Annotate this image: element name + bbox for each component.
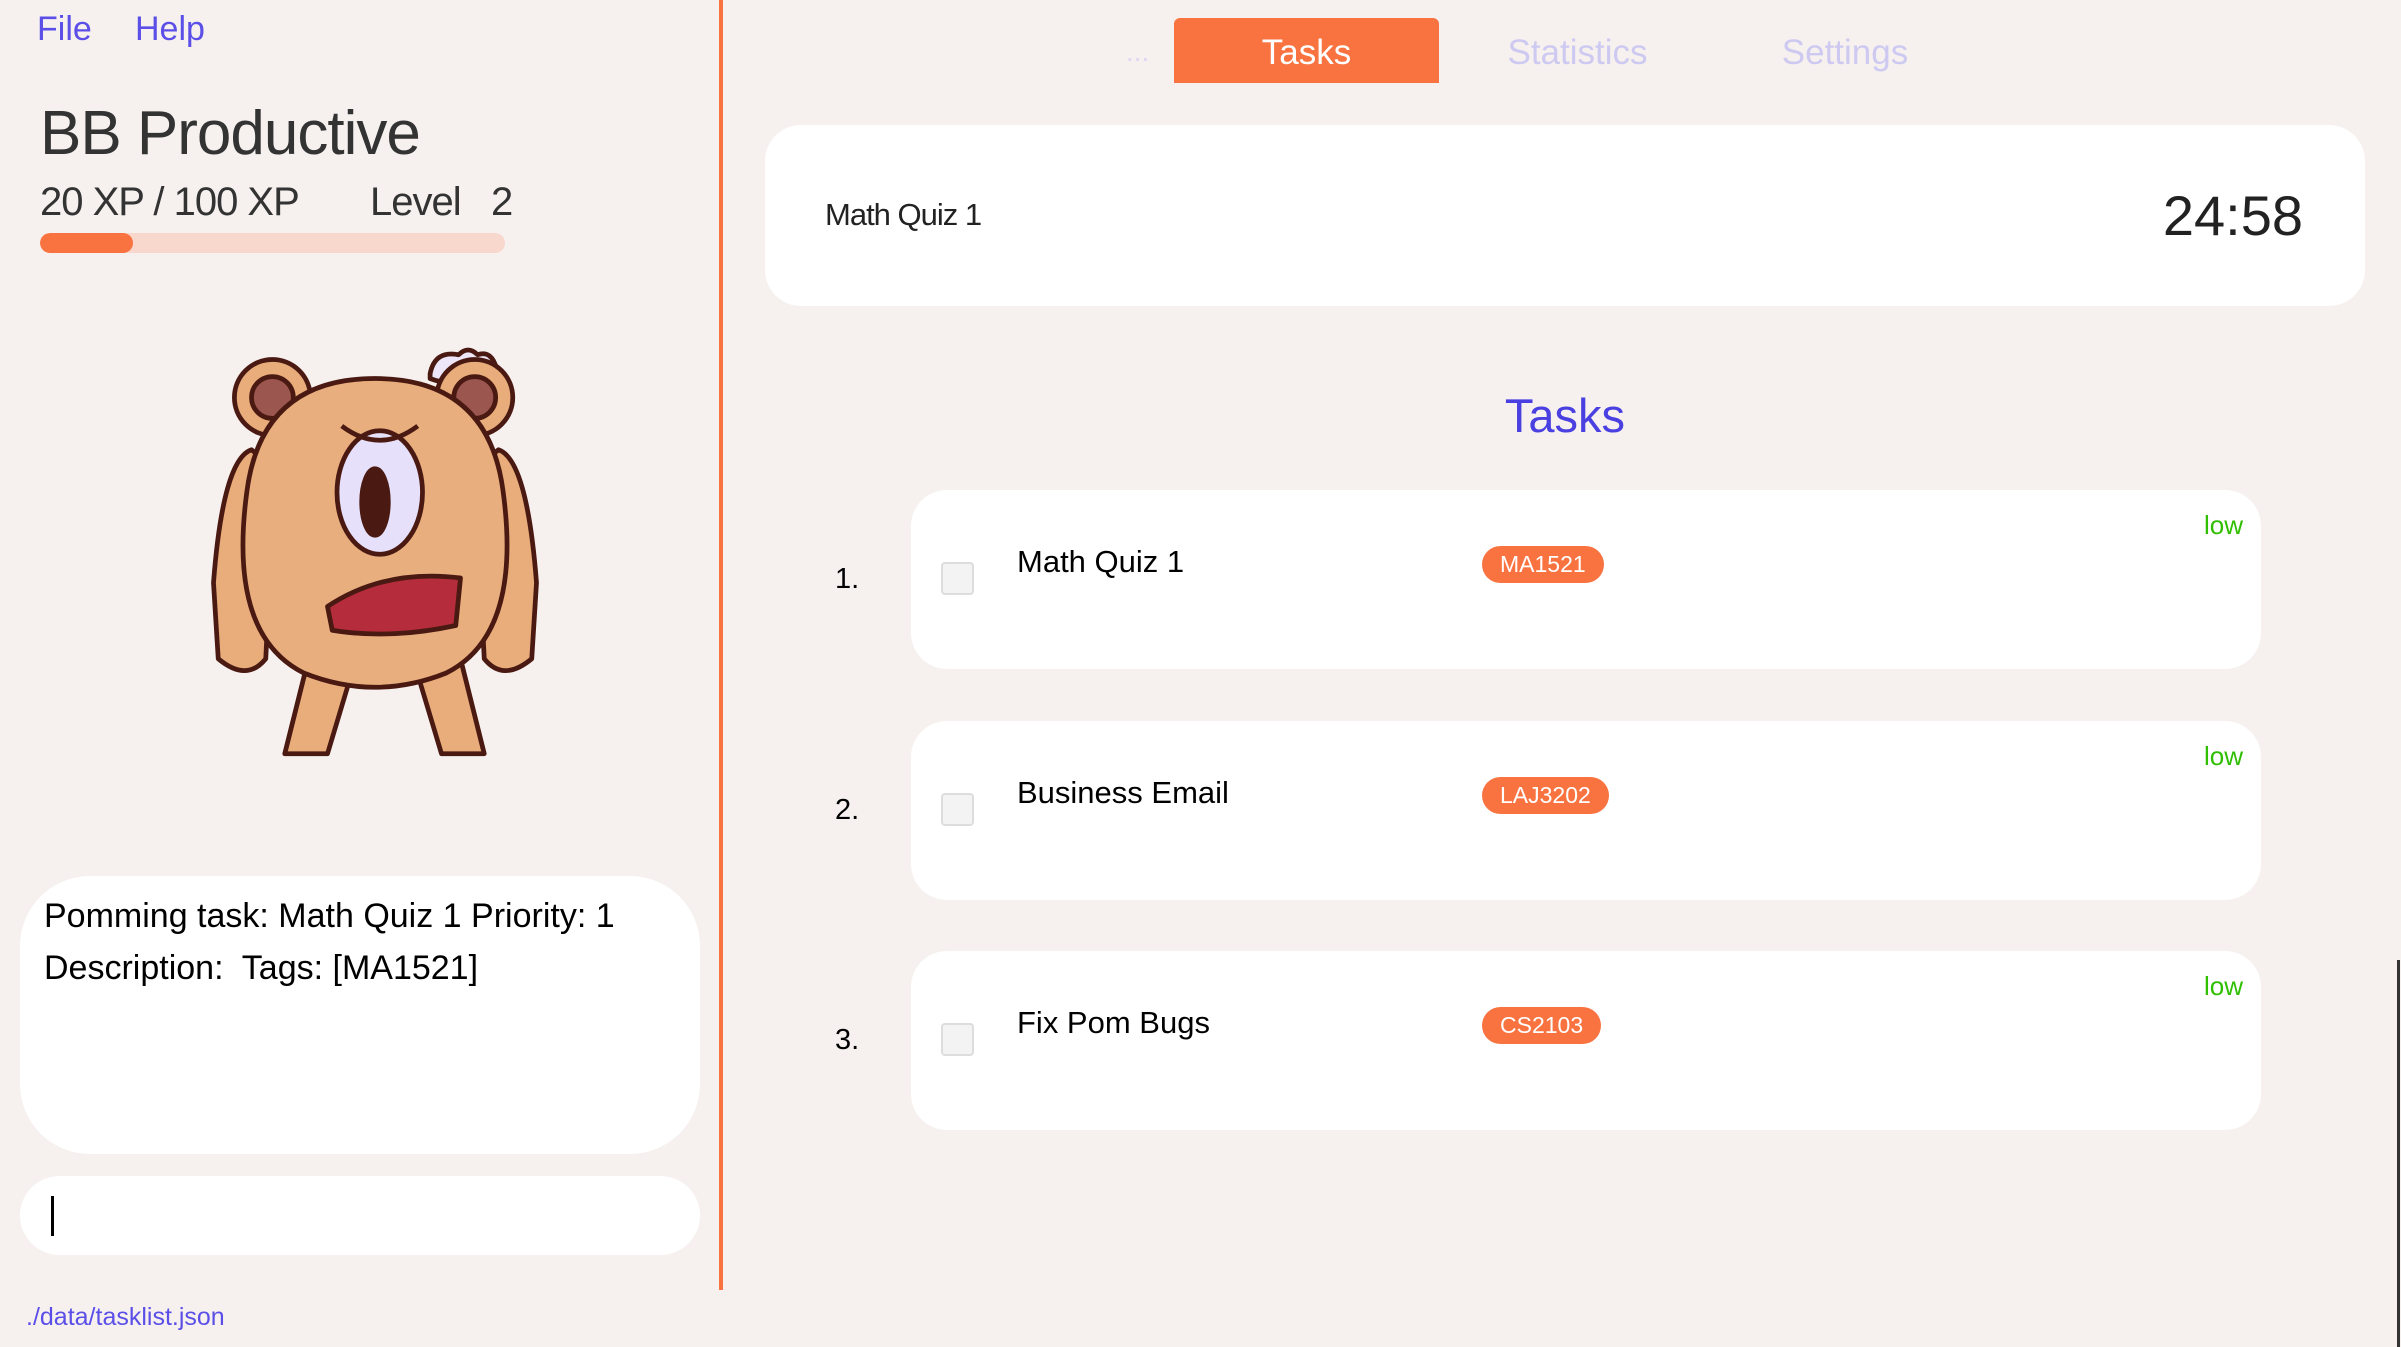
timer-countdown: 24:58 <box>2162 184 2303 247</box>
mascot-monster-image <box>211 347 539 757</box>
level-text: Level 2 <box>370 180 513 224</box>
task-name: Math Quiz 1 <box>1017 544 1185 579</box>
app-title: BB Productive <box>40 99 421 168</box>
text-caret <box>51 1196 54 1236</box>
task-name: Fix Pom Bugs <box>1017 1005 1210 1040</box>
menu-file[interactable]: File <box>37 10 92 49</box>
task-index: 2. <box>835 794 860 826</box>
task-card[interactable]: Fix Pom Bugs CS2103 low <box>911 951 2261 1130</box>
task-index: 3. <box>835 1024 860 1056</box>
current-task-details: Pomming task: Math Quiz 1 Priority: 1 De… <box>20 876 700 1154</box>
menu-help[interactable]: Help <box>135 10 205 49</box>
task-card[interactable]: Business Email LAJ3202 low <box>911 721 2261 900</box>
xp-text: 20 XP / 100 XP <box>40 180 300 224</box>
xp-progress-fill <box>40 233 133 253</box>
task-checkbox[interactable] <box>941 793 974 826</box>
task-checkbox[interactable] <box>941 1023 974 1056</box>
task-priority: low <box>2203 741 2243 771</box>
tasks-heading: Tasks <box>1504 389 1626 442</box>
xp-progress-bar <box>40 233 505 253</box>
task-tag: LAJ3202 <box>1482 777 1609 814</box>
task-card[interactable]: Math Quiz 1 MA1521 low <box>911 490 2261 669</box>
timer-task-name: Math Quiz 1 <box>825 197 982 232</box>
command-input[interactable] <box>20 1176 700 1255</box>
file-path-status: ./data/tasklist.json <box>26 1303 225 1331</box>
task-tag: MA1521 <box>1482 546 1604 583</box>
pomodoro-timer-card: Math Quiz 1 24:58 <box>765 125 2365 306</box>
task-priority: low <box>2203 971 2243 1001</box>
task-tag: CS2103 <box>1482 1007 1602 1044</box>
task-index: 1. <box>835 563 860 595</box>
task-priority: low <box>2203 510 2243 540</box>
sidebar-divider <box>719 0 723 1290</box>
tab-overflow[interactable]: ... <box>1126 36 1149 68</box>
tab-tasks[interactable]: Tasks <box>1174 18 1439 83</box>
details-line-task: Pomming task: Math Quiz 1 Priority: 1 <box>44 897 615 935</box>
tab-statistics[interactable]: Statistics <box>1470 18 1685 83</box>
task-checkbox[interactable] <box>941 562 974 595</box>
details-line-description: Description: Tags: [MA1521] <box>44 949 479 987</box>
task-name: Business Email <box>1017 775 1229 810</box>
tab-settings[interactable]: Settings <box>1740 18 1950 83</box>
scrollbar[interactable] <box>2397 960 2400 1347</box>
